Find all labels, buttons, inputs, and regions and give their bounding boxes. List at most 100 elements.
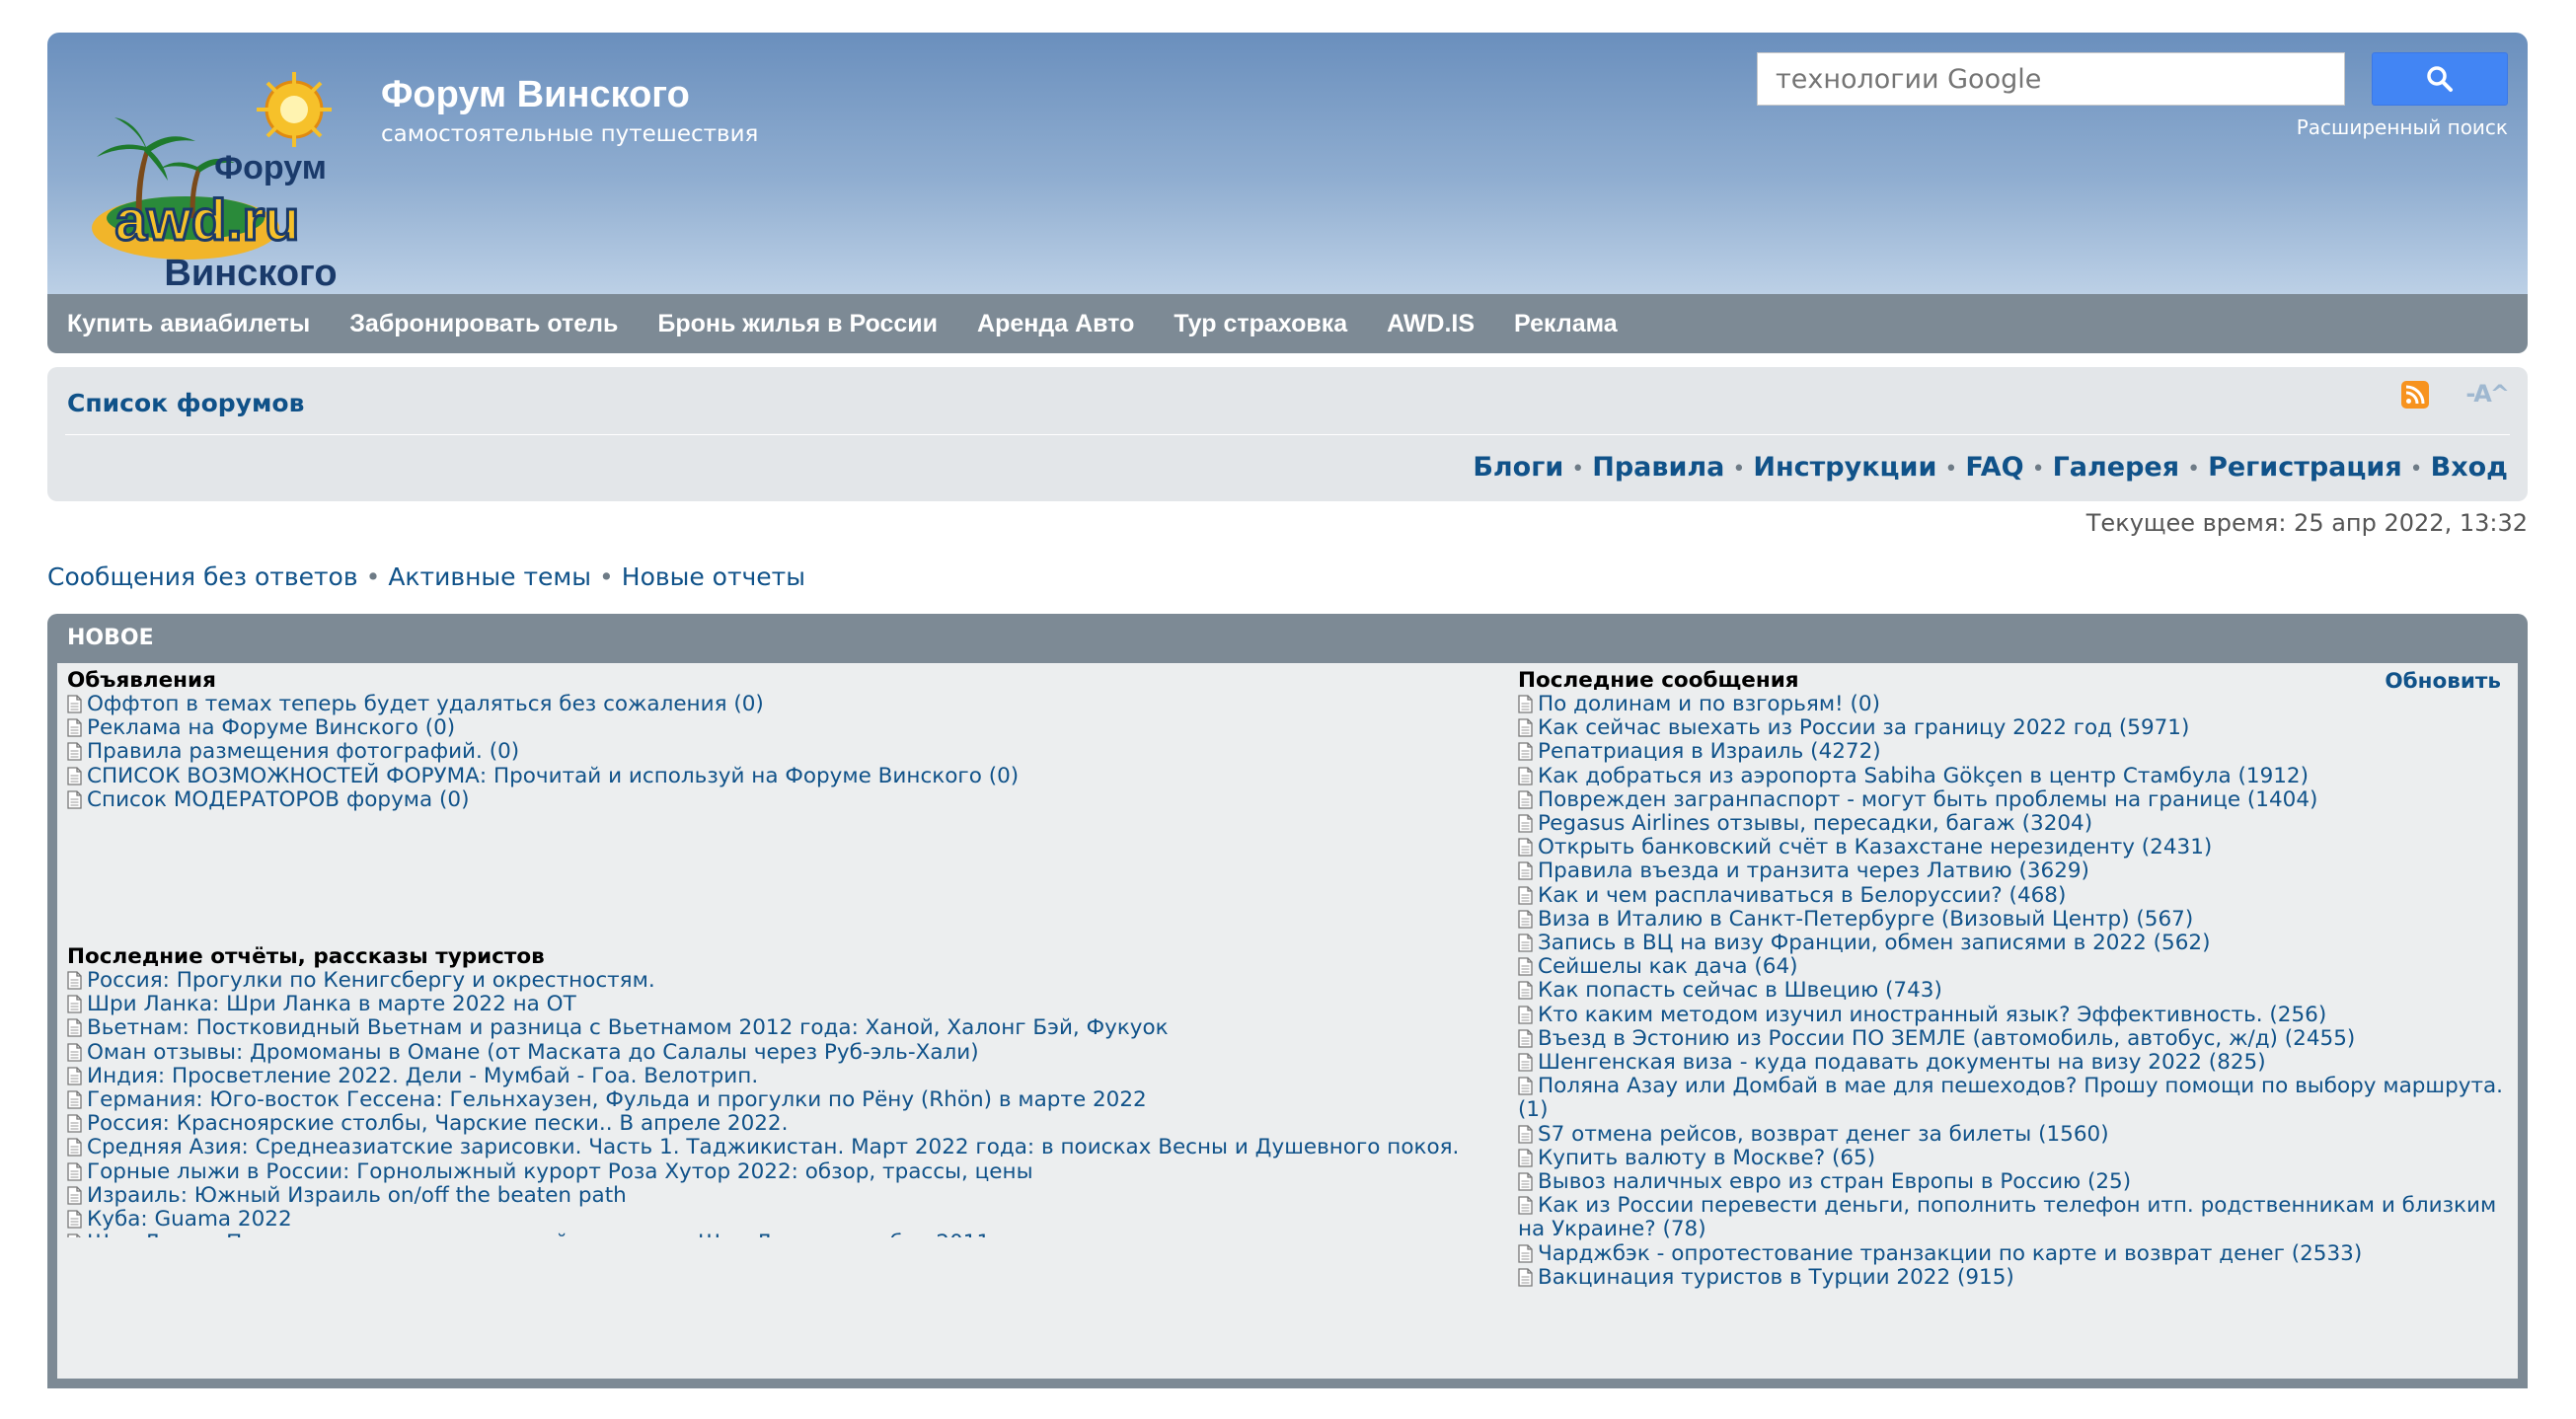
latest-post-item-link[interactable]: Виза в Италию в Санкт-Петербурге (Визовы… (1538, 907, 2193, 932)
link-register[interactable]: Регистрация (2208, 452, 2402, 483)
topic-icon (1518, 861, 1533, 881)
search-button[interactable] (2372, 52, 2508, 106)
link-new-reports[interactable]: Новые отчеты (622, 562, 805, 591)
report-item-link[interactable]: Шри Ланка: Путешествие зоолога с женой п… (87, 1231, 990, 1237)
link-instructions[interactable]: Инструкции (1753, 452, 1936, 483)
report-item-link[interactable]: Россия: Красноярские столбы, Чарские пес… (87, 1111, 788, 1136)
navbar-links: Блоги • Правила • Инструкции • FAQ • Галерея • Рег… (1473, 452, 2508, 483)
latest-post-item-link[interactable]: Запись в ВЦ на визу Франции, обмен запис… (1538, 931, 2210, 955)
latest-post-item-link[interactable]: Сейшелы как дача (64) (1538, 954, 1798, 979)
announcement-item-link[interactable]: Список МОДЕРАТОРОВ форума (0) (87, 787, 469, 812)
topic-icon (67, 971, 82, 990)
latest-post-item: Правила въезда и транзита через Латвию (… (1518, 859, 2525, 883)
report-item-link[interactable]: Куба: Guama 2022 (87, 1207, 292, 1232)
forum-navbar: Список форумов -A^ Блоги • Правила • Инструк… (47, 367, 2528, 501)
report-item-link[interactable]: Вьетнам: Постковидный Вьетнам и разница … (87, 1015, 1169, 1040)
topic-icon (67, 1018, 82, 1038)
reports-section: Последние отчёты, рассказы туристов Росс… (67, 945, 1508, 1237)
link-unanswered[interactable]: Сообщения без ответов (47, 562, 358, 591)
latest-post-item-link[interactable]: Купить валюту в Москве? (65) (1538, 1146, 1875, 1170)
latest-post-item-link[interactable]: Вывоз наличных евро из стран Европы в Ро… (1538, 1169, 2131, 1194)
latest-post-item-link[interactable]: Открыть банковский счёт в Казахстане нер… (1538, 835, 2212, 859)
link-login[interactable]: Вход (2431, 452, 2508, 483)
breadcrumb-forum-list[interactable]: Список форумов (67, 389, 304, 417)
announcement-item-link[interactable]: Правила размещения фотографий. (0) (87, 739, 519, 764)
topic-icon (67, 1114, 82, 1133)
latest-post-item: Вывоз наличных евро из стран Европы в Ро… (1518, 1169, 2525, 1194)
nav-awd-is[interactable]: AWD.IS (1387, 310, 1475, 338)
report-item: Израиль: Южный Израиль on/off the beaten… (67, 1183, 1508, 1208)
latest-post-item-link[interactable]: Кто каким методом изучил иностранный язы… (1538, 1003, 2326, 1027)
link-gallery[interactable]: Галерея (2053, 452, 2180, 483)
latest-post-item-link[interactable]: Как сейчас выехать из России за границу … (1538, 715, 2189, 740)
latest-post-item: Запись в ВЦ на визу Франции, обмен запис… (1518, 931, 2525, 955)
latest-post-item-link[interactable]: Правила въезда и транзита через Латвию (… (1538, 859, 2089, 883)
latest-post-item-link[interactable]: Поврежден загранпаспорт - могут быть про… (1538, 787, 2317, 812)
search-input[interactable] (1758, 53, 2344, 105)
report-item-link[interactable]: Индия: Просветление 2022. Дели - Мумбай … (87, 1064, 758, 1088)
latest-post-item-link[interactable]: Въезд в Эстонию из России ПО ЗЕМЛЕ (авто… (1538, 1026, 2355, 1051)
nav-advertising[interactable]: Реклама (1514, 310, 1618, 338)
advanced-search-link[interactable]: Расширенный поиск (2297, 115, 2508, 139)
rss-icon[interactable] (2401, 381, 2429, 409)
announcement-item: Оффтоп в темах теперь будет удаляться бе… (67, 692, 1508, 716)
announcement-item-link[interactable]: СПИСОК ВОЗМОЖНОСТЕЙ ФОРУМА: Прочитай и и… (87, 764, 1019, 788)
latest-post-item: Чарджбэк - опротестование транзакции по … (1518, 1241, 2525, 1266)
navbar-divider (65, 434, 2510, 435)
topic-icon (67, 1161, 82, 1181)
top-nav: Купить авиабилеты Забронировать отель Бр… (47, 294, 2528, 353)
link-active-topics[interactable]: Активные темы (388, 562, 591, 591)
report-item: Куба: Guama 2022 (67, 1207, 1508, 1232)
latest-post-item: Вакцинация туристов в Турции 2022 (915) (1518, 1265, 2525, 1290)
site-title[interactable]: Форум Винского (381, 74, 690, 116)
report-item-link[interactable]: Шри Ланка: Шри Ланка в марте 2022 на ОТ (87, 992, 576, 1016)
report-item: Оман отзывы: Дромоманы в Омане (от Маска… (67, 1040, 1508, 1065)
report-item-link[interactable]: Средняя Азия: Среднеазиатские зарисовки.… (87, 1135, 1459, 1159)
search-field[interactable] (1757, 52, 2345, 106)
latest-post-item-link[interactable]: Как из России перевести деньги, пополнит… (1518, 1193, 2496, 1242)
bullet-separator: • (2187, 457, 2201, 482)
link-rules[interactable]: Правила (1592, 452, 1724, 483)
latest-post-item: Въезд в Эстонию из России ПО ЗЕМЛЕ (авто… (1518, 1026, 2525, 1051)
announcement-item-link[interactable]: Реклама на Форуме Винского (0) (87, 715, 455, 740)
latest-post-item-link[interactable]: Репатриация в Израиль (4272) (1538, 739, 1881, 764)
latest-post-item-link[interactable]: S7 отмена рейсов, возврат денег за билет… (1538, 1122, 2109, 1147)
latest-post-item-link[interactable]: Pegasus Airlines отзывы, пересадки, бага… (1538, 811, 2092, 836)
latest-post-item: Как добраться из аэропорта Sabiha Gökçen… (1518, 764, 2525, 788)
report-item-link[interactable]: Россия: Прогулки по Кенигсбергу и окрест… (87, 968, 655, 993)
panel-title: НОВОЕ (67, 626, 154, 650)
topic-icon (67, 718, 82, 737)
latest-post-item-link[interactable]: Вакцинация туристов в Турции 2022 (915) (1538, 1265, 2014, 1290)
latest-post-item-link[interactable]: Шенгенская виза - куда подавать документ… (1538, 1050, 2266, 1075)
topic-icon (1518, 1125, 1533, 1144)
report-item-link[interactable]: Израиль: Южный Израиль on/off the beaten… (87, 1183, 627, 1208)
latest-post-item-link[interactable]: Чарджбэк - опротестование транзакции по … (1538, 1241, 2362, 1266)
latest-post-item: Как сейчас выехать из России за границу … (1518, 716, 2525, 740)
latest-post-item-link[interactable]: Поляна Азау или Домбай в мае для пешеход… (1518, 1074, 2503, 1123)
latest-post-item: Кто каким методом изучил иностранный язы… (1518, 1003, 2525, 1027)
topic-icon (67, 766, 82, 785)
topic-icon (67, 1138, 82, 1158)
site-logo[interactable]: Форум awd.ru Винского (77, 70, 403, 317)
topic-icon (67, 790, 82, 809)
latest-post-item: Pegasus Airlines отзывы, пересадки, бага… (1518, 811, 2525, 836)
report-item-link[interactable]: Германия: Юго-восток Гессена: Гельнхаузе… (87, 1087, 1147, 1112)
topic-icon (1518, 790, 1533, 809)
font-size-toggle-icon[interactable]: -A^ (2465, 380, 2510, 408)
nav-car-rental[interactable]: Аренда Авто (977, 310, 1134, 338)
latest-post-item-link[interactable]: По долинам и по взгорьям! (0) (1538, 692, 1880, 716)
nav-housing-russia[interactable]: Бронь жилья в России (657, 310, 938, 338)
report-item: Германия: Юго-восток Гессена: Гельнхаузе… (67, 1087, 1508, 1112)
link-blogs[interactable]: Блоги (1473, 452, 1563, 483)
logo-text-vinskogo: Винского (164, 253, 337, 294)
report-item-link[interactable]: Горные лыжи в России: Горнолыжный курорт… (87, 1159, 1033, 1184)
nav-travel-insurance[interactable]: Тур страховка (1174, 310, 1347, 338)
topic-icon (1518, 1268, 1533, 1287)
latest-post-item-link[interactable]: Как попасть сейчас в Швецию (743) (1538, 978, 1942, 1003)
latest-post-item-link[interactable]: Как добраться из аэропорта Sabiha Gökçen… (1538, 764, 2309, 788)
announcement-item-link[interactable]: Оффтоп в темах теперь будет удаляться бе… (87, 692, 764, 716)
latest-post-item-link[interactable]: Как и чем расплачиваться в Белоруссии? (… (1538, 883, 2066, 908)
link-faq[interactable]: FAQ (1965, 452, 2023, 483)
refresh-link[interactable]: Обновить (2385, 669, 2501, 694)
report-item-link[interactable]: Оман отзывы: Дромоманы в Омане (от Маска… (87, 1040, 979, 1065)
